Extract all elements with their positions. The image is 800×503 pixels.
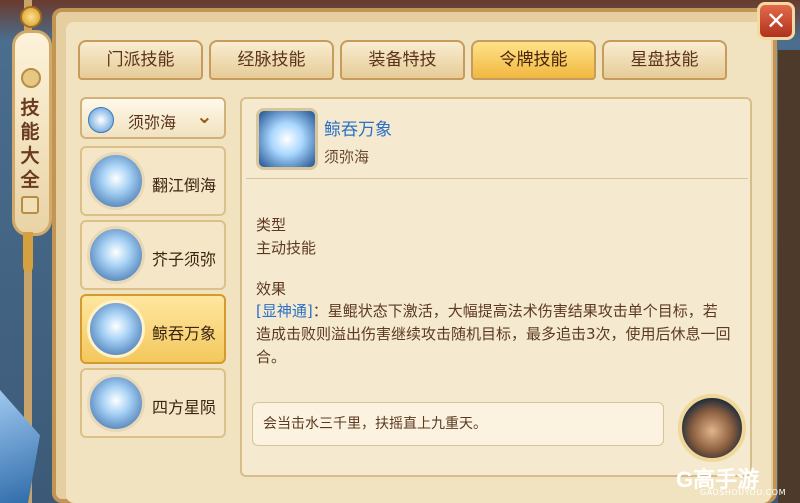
whale-skill-icon — [87, 300, 145, 358]
close-button[interactable]: ✕ — [757, 2, 795, 40]
tab-equipment-skills[interactable]: 装备特技 — [340, 40, 465, 80]
background-edge — [778, 50, 800, 503]
quote-bubble: 会当击水三千里，扶摇直上九重天。 — [252, 402, 664, 446]
detail-skill-name: 鲸吞万象 — [324, 120, 392, 140]
effect-tag: [显神通] — [256, 302, 313, 320]
skill-list-item[interactable]: 芥子须弥 — [80, 220, 226, 290]
skill-name: 鲸吞万象 — [152, 324, 217, 343]
tassel-icon — [23, 232, 33, 272]
tab-meridian-skills[interactable]: 经脉技能 — [209, 40, 334, 80]
skill-list-item[interactable]: 四方星陨 — [80, 368, 226, 438]
effect-label: 效果 — [256, 280, 287, 298]
stamp-icon — [21, 196, 39, 214]
skill-name: 翻江倒海 — [152, 176, 217, 195]
quote-text: 会当击水三千里，扶摇直上九重天。 — [263, 416, 487, 432]
detail-school-name: 须弥海 — [324, 148, 370, 166]
tab-bar: 门派技能 经脉技能 装备特技 令牌技能 星盘技能 — [78, 40, 778, 82]
skill-list-item-selected[interactable]: 鲸吞万象 — [80, 294, 226, 364]
chevron-down-icon: ⌄ — [196, 104, 213, 128]
character-avatar — [678, 394, 746, 462]
tab-star-skills[interactable]: 星盘技能 — [602, 40, 727, 80]
cloud-skill-icon — [87, 226, 145, 284]
whale-skill-icon — [256, 108, 318, 170]
effect-description: [显神通]：星鲲状态下激活，大幅提高法术伤害结果攻击单个目标，若造成击败则溢出伤… — [256, 300, 732, 369]
side-title: 技能大全 — [20, 97, 40, 191]
watermark-sub: GAOSHOUYOU.COM — [700, 488, 787, 497]
divider — [246, 178, 748, 179]
school-emblem-icon — [88, 107, 114, 133]
skill-name: 四方星陨 — [152, 398, 217, 417]
type-value: 主动技能 — [256, 239, 317, 257]
effect-text: ：星鲲状态下激活，大幅提高法术伤害结果攻击单个目标，若造成击败则溢出伤害继续攻击… — [256, 302, 731, 366]
tab-school-skills[interactable]: 门派技能 — [78, 40, 203, 80]
watermark-logo: G高手游 GAOSHOUYOU.COM — [676, 462, 794, 498]
tab-token-skills[interactable]: 令牌技能 — [471, 40, 596, 80]
scroll-knob-icon — [20, 6, 42, 28]
school-dropdown-value: 须弥海 — [128, 113, 177, 132]
star-meteor-skill-icon — [87, 374, 145, 432]
wave-skill-icon — [87, 152, 145, 210]
skill-list-item[interactable]: 翻江倒海 — [80, 146, 226, 216]
type-label: 类型 — [256, 216, 287, 234]
seal-icon — [21, 68, 41, 88]
skill-name: 芥子须弥 — [152, 250, 217, 269]
school-dropdown[interactable]: 须弥海 ⌄ — [80, 97, 226, 139]
